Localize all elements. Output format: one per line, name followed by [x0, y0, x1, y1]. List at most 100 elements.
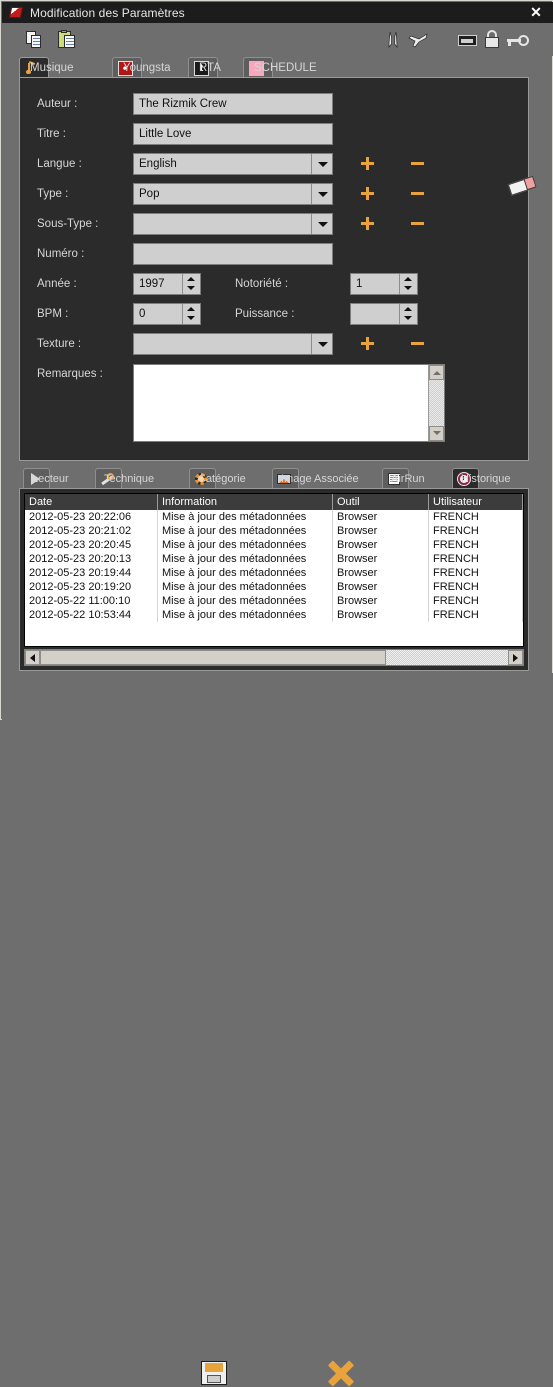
numero-input[interactable]	[133, 243, 333, 265]
bpm-spin-buttons[interactable]	[182, 304, 200, 324]
history-panel: Date Information Outil Utilisateur 2012-…	[19, 488, 529, 671]
label-annee: Année :	[37, 278, 77, 290]
chevron-down-icon[interactable]	[311, 184, 332, 204]
chevron-down-icon[interactable]	[311, 334, 332, 354]
add-type-button[interactable]	[361, 187, 374, 200]
remove-sous-type-button[interactable]	[411, 217, 424, 230]
bpm-stepper[interactable]: 0	[133, 303, 201, 325]
notoriete-spin-buttons[interactable]	[399, 274, 417, 294]
label-sous-type: Sous-Type :	[37, 218, 99, 230]
table-cell: FRENCH	[429, 524, 523, 538]
column-header-information[interactable]: Information	[158, 494, 333, 510]
column-header-utilisateur[interactable]: Utilisateur	[429, 494, 523, 510]
tab-label: Technique	[104, 472, 155, 485]
add-langue-button[interactable]	[361, 157, 374, 170]
add-texture-button[interactable]	[361, 337, 374, 350]
table-cell: 2012-05-22 11:00:10	[25, 594, 158, 608]
label-puissance: Puissance :	[235, 308, 295, 320]
column-header-outil[interactable]: Outil	[333, 494, 429, 510]
table-cell: 2012-05-23 20:19:20	[25, 580, 158, 594]
table-cell: Browser	[333, 524, 429, 538]
copy-icon[interactable]	[26, 31, 44, 49]
chevron-down-icon[interactable]	[311, 214, 332, 234]
remove-type-button[interactable]	[411, 187, 424, 200]
history-table[interactable]: Date Information Outil Utilisateur 2012-…	[24, 493, 524, 647]
scroll-left-icon[interactable]	[25, 650, 40, 665]
tab-historique[interactable]: Historique	[452, 468, 511, 488]
table-cell: Mise à jour des métadonnées	[158, 594, 333, 608]
title-bar: Modification des Paramètres ✕	[2, 2, 553, 23]
key-icon[interactable]	[507, 35, 529, 46]
scroll-down-icon[interactable]	[429, 426, 444, 441]
table-row[interactable]: 2012-05-22 11:00:10 Mise à jour des métad…	[25, 594, 523, 608]
tab-airrun[interactable]: AirRun	[382, 468, 425, 488]
history-horizontal-scrollbar[interactable]	[24, 649, 524, 666]
puissance-stepper[interactable]	[350, 303, 418, 325]
cancel-button[interactable]	[327, 1360, 355, 1387]
puissance-spin-buttons[interactable]	[399, 304, 417, 324]
tab-label: Catégorie	[198, 472, 246, 485]
table-cell: Mise à jour des métadonnées	[158, 566, 333, 580]
remarques-scrollbar[interactable]	[428, 365, 444, 441]
bpm-value: 0	[139, 308, 146, 320]
table-row[interactable]: 2012-05-23 20:20:13 Mise à jour des métad…	[25, 552, 523, 566]
tab-label: Musique	[30, 62, 74, 74]
auteur-input[interactable]: The Rizmik Crew	[133, 93, 333, 115]
save-button[interactable]	[201, 1361, 227, 1385]
tab-lecteur[interactable]: Lecteur	[23, 468, 69, 488]
label-titre: Titre :	[37, 128, 66, 140]
label-langue: Langue :	[37, 158, 82, 170]
tab-schedule[interactable]: SCHEDULE	[243, 57, 317, 78]
scroll-up-icon[interactable]	[429, 365, 444, 380]
annee-stepper[interactable]: 1997	[133, 273, 201, 295]
remove-texture-button[interactable]	[411, 337, 424, 350]
close-button[interactable]: ✕	[527, 4, 545, 21]
card-icon[interactable]	[458, 35, 477, 46]
tab-youngsta[interactable]: Youngsta	[112, 57, 171, 78]
paste-icon[interactable]	[58, 30, 77, 49]
label-bpm: BPM :	[37, 308, 69, 320]
column-header-date[interactable]: Date	[25, 494, 158, 510]
table-cell: 2012-05-23 20:22:06	[25, 510, 158, 524]
tab-image-associee[interactable]: Image Associée	[272, 468, 359, 488]
chevron-down-icon[interactable]	[311, 154, 332, 174]
table-cell: Browser	[333, 608, 429, 622]
annee-value: 1997	[139, 278, 165, 290]
lock-icon[interactable]	[485, 30, 499, 48]
scroll-track[interactable]	[40, 650, 508, 665]
add-sous-type-button[interactable]	[361, 217, 374, 230]
annee-spin-buttons[interactable]	[182, 274, 200, 294]
langue-combo[interactable]: English	[133, 153, 333, 175]
type-value: Pop	[139, 188, 160, 200]
langue-value: English	[139, 158, 177, 170]
titre-input[interactable]: Little Love	[133, 123, 333, 145]
table-row[interactable]: 2012-05-23 20:20:45 Mise à jour des métad…	[25, 538, 523, 552]
tab-rta[interactable]: t RTA	[188, 57, 221, 78]
bottom-tab-bar: Lecteur Technique Catégorie Image Associ…	[19, 468, 529, 488]
top-tab-bar: Musique Youngsta t RTA SCHEDULE	[19, 57, 529, 78]
table-row[interactable]: 2012-05-23 20:19:20 Mise à jour des métad…	[25, 580, 523, 594]
airplane-icon[interactable]	[408, 32, 428, 48]
app-logo-icon	[8, 5, 24, 20]
remarques-textarea[interactable]	[133, 364, 445, 442]
table-row[interactable]: 2012-05-22 10:53:44 Mise à jour des métad…	[25, 608, 523, 622]
scroll-thumb[interactable]	[40, 650, 387, 665]
tab-categorie[interactable]: Catégorie	[189, 468, 246, 488]
notoriete-stepper[interactable]: 1	[350, 273, 418, 295]
label-type: Type :	[37, 188, 69, 200]
table-row[interactable]: 2012-05-23 20:19:44 Mise à jour des métad…	[25, 566, 523, 580]
remove-langue-button[interactable]	[411, 157, 424, 170]
rocket-icon[interactable]	[384, 31, 402, 49]
scroll-right-icon[interactable]	[508, 650, 523, 665]
eraser-icon[interactable]	[507, 175, 537, 198]
tab-musique[interactable]: Musique	[19, 57, 73, 78]
sous-type-combo[interactable]	[133, 213, 333, 235]
table-cell: 2012-05-23 20:19:44	[25, 566, 158, 580]
table-body: 2012-05-23 20:22:06 Mise à jour des métad…	[25, 510, 523, 622]
tab-technique[interactable]: Technique	[95, 468, 154, 488]
type-combo[interactable]: Pop	[133, 183, 333, 205]
texture-combo[interactable]	[133, 333, 333, 355]
table-row[interactable]: 2012-05-23 20:21:02 Mise à jour des métad…	[25, 524, 523, 538]
tab-label: SCHEDULE	[254, 62, 317, 74]
table-row[interactable]: 2012-05-23 20:22:06 Mise à jour des métad…	[25, 510, 523, 524]
